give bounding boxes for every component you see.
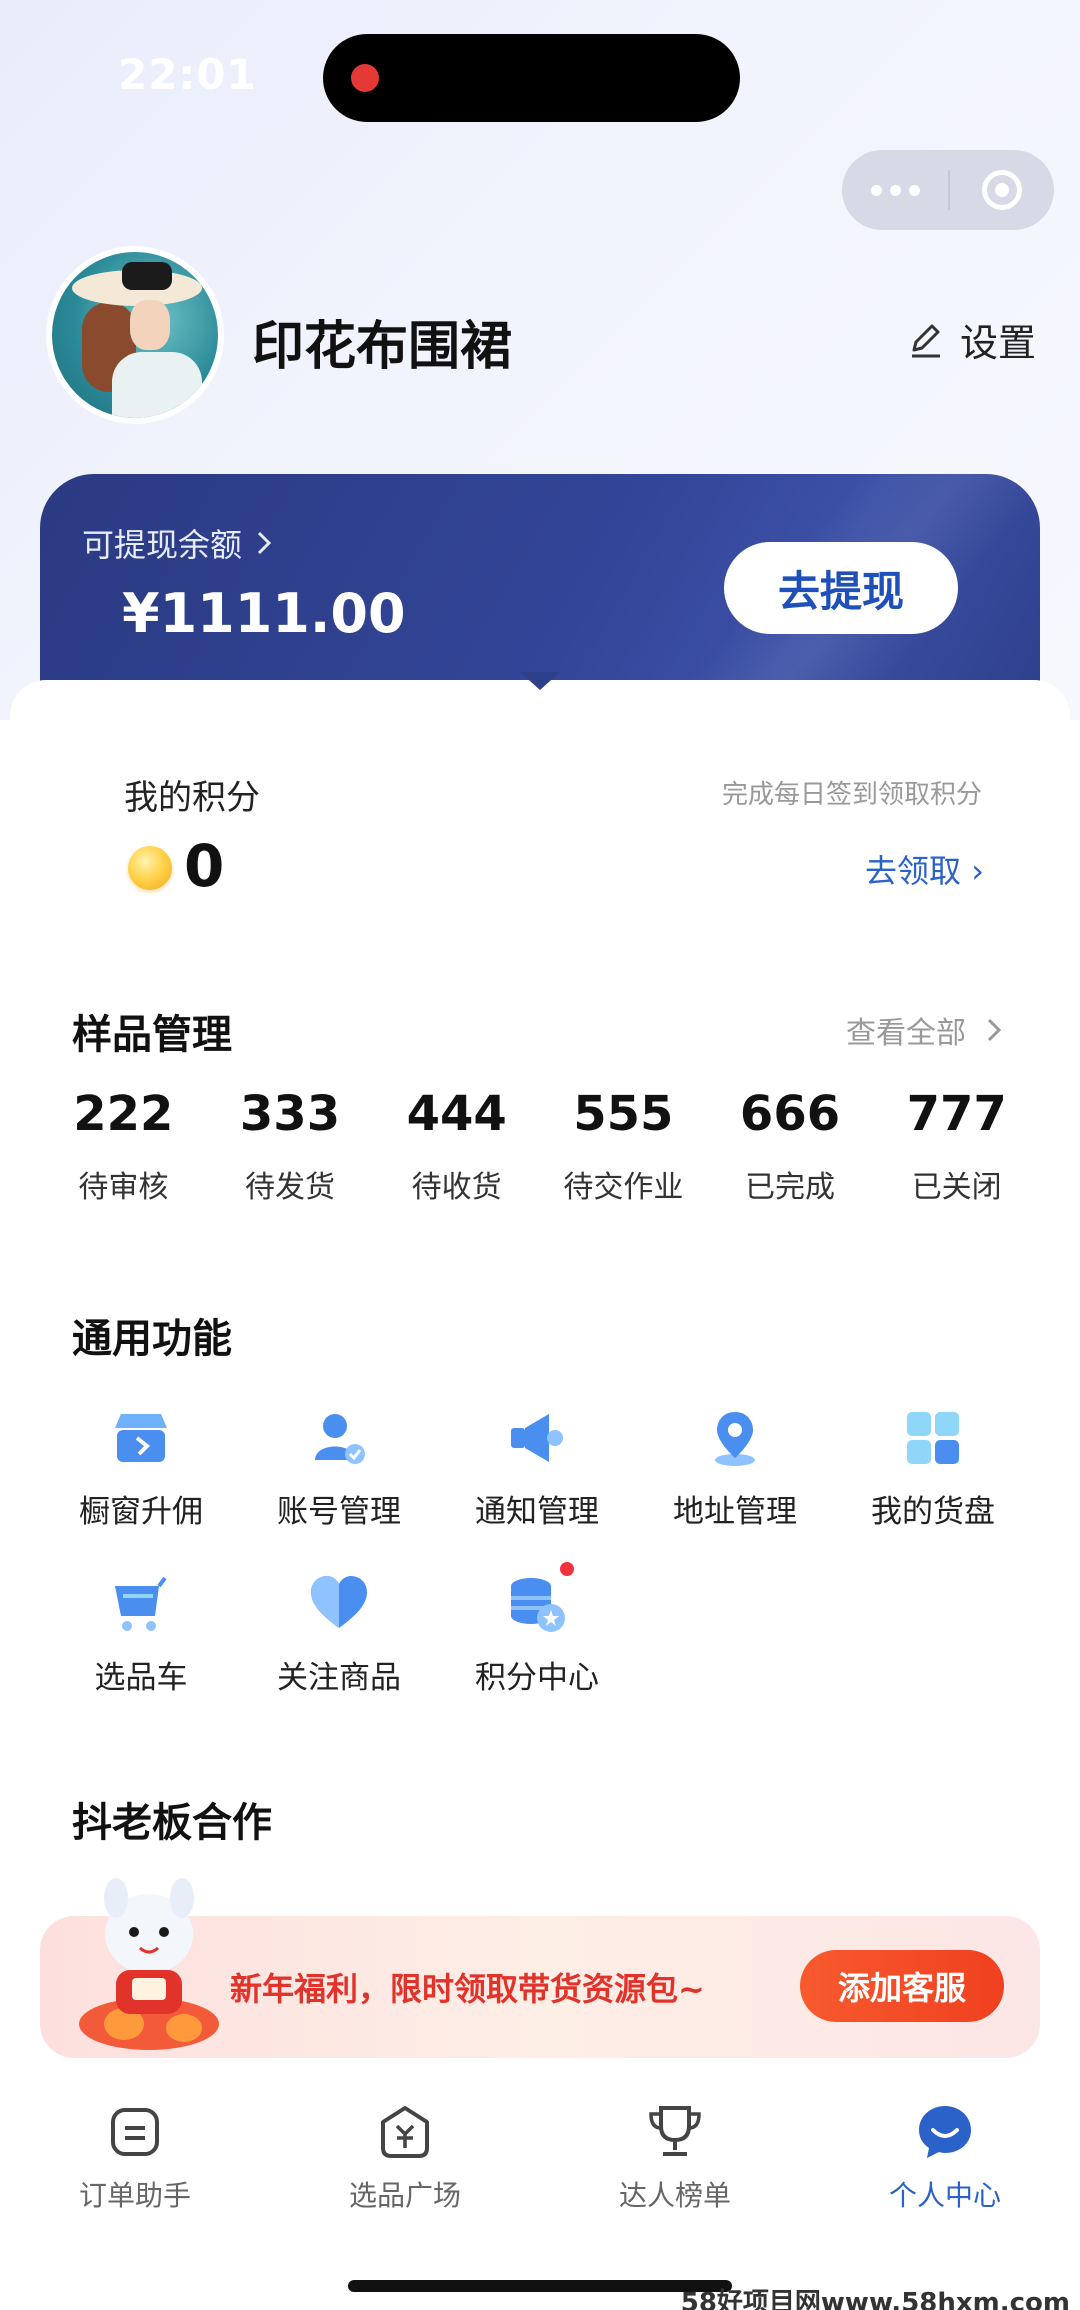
points-hint: 完成每日签到领取积分	[721, 780, 982, 810]
stat-label: 已完成	[745, 1170, 836, 1205]
edit-pencil-icon	[912, 324, 940, 357]
stat-value: 222	[73, 1086, 174, 1142]
function-account-management[interactable]: 账号管理	[240, 1406, 438, 1531]
trophy-icon	[649, 2106, 701, 2156]
withdraw-button[interactable]: 去提现	[724, 542, 958, 634]
grid-icon	[907, 1412, 959, 1464]
dynamic-island	[323, 34, 740, 122]
function-selection-cart[interactable]: 选品车	[42, 1572, 240, 1697]
claim-points-link[interactable]: 去领取 ›	[865, 846, 984, 892]
store-icon	[115, 1414, 167, 1462]
tab-label: 订单助手	[78, 2179, 191, 2212]
functions-title: 通用功能	[72, 1316, 232, 1362]
sample-stats: 222 待审核 333 待发货 444 待收货 555 待交作业 666 已完成 777 已…	[40, 1086, 1040, 1206]
samples-title: 样品管理	[72, 1012, 232, 1058]
status-time: 22:01	[118, 50, 257, 99]
stat-pending-receipt[interactable]: 444 待收货	[373, 1086, 540, 1206]
stat-completed[interactable]: 666 已完成	[707, 1086, 874, 1206]
balance-label-link[interactable]: 可提现余额	[82, 520, 272, 566]
tab-label: 达人榜单	[618, 2179, 731, 2212]
miniprogram-capsule	[842, 150, 1054, 230]
claim-label: 去领取	[865, 852, 962, 890]
coins-star-icon	[511, 1578, 565, 1632]
function-notification-management[interactable]: 通知管理	[438, 1406, 636, 1531]
boss-cooperation-title: 抖老板合作	[72, 1800, 272, 1846]
bottom-tab-bar: 订单助手 选品广场 达人榜单 个人中心	[0, 2090, 1080, 2240]
more-menu-icon[interactable]	[842, 150, 948, 230]
stat-closed[interactable]: 777 已关闭	[873, 1086, 1040, 1206]
stat-label: 待收货	[411, 1170, 502, 1205]
close-miniprogram-icon[interactable]	[950, 150, 1054, 230]
stat-label: 待发货	[245, 1170, 335, 1205]
tab-selection-plaza[interactable]: 选品广场	[270, 2090, 540, 2240]
see-all-label: 查看全部	[846, 1016, 966, 1051]
points-title: 我的积分	[124, 778, 260, 818]
function-address-management[interactable]: 地址管理	[636, 1406, 834, 1531]
function-followed-products[interactable]: 关注商品	[240, 1572, 438, 1697]
megaphone-icon	[511, 1414, 563, 1462]
settings-button[interactable]: 设置	[906, 312, 1036, 367]
function-label: 关注商品	[277, 1660, 401, 1696]
function-label: 积分中心	[475, 1660, 599, 1696]
stat-value: 777	[906, 1086, 1007, 1142]
coin-icon	[128, 846, 172, 890]
stat-value: 555	[573, 1086, 674, 1142]
function-points-center[interactable]: 积分中心	[438, 1562, 636, 1697]
settings-label: 设置	[960, 321, 1037, 365]
stat-pending-homework[interactable]: 555 待交作业	[540, 1086, 707, 1206]
stat-value: 666	[739, 1086, 841, 1142]
function-label: 橱窗升佣	[79, 1494, 203, 1530]
stat-pending-review[interactable]: 222 待审核	[40, 1086, 207, 1206]
chevron-right-icon	[987, 1018, 1002, 1042]
watermark-text: 58好项目网www.58hxm.com	[680, 2288, 1070, 2310]
function-label: 账号管理	[277, 1494, 401, 1530]
functions-row-2: 选品车 关注商品 积分中心	[42, 1562, 1042, 1697]
function-label: 我的货盘	[871, 1494, 995, 1530]
balance-amount: ¥1111.00	[122, 582, 406, 645]
function-showcase-commission[interactable]: 橱窗升佣	[42, 1406, 240, 1531]
balance-label: 可提现余额	[82, 526, 243, 564]
function-label: 选品车	[94, 1660, 188, 1696]
location-pin-icon	[715, 1412, 755, 1466]
tab-personal-center[interactable]: 个人中心	[810, 2090, 1080, 2240]
chevron-right-icon	[257, 531, 272, 555]
home-indicator	[348, 2280, 732, 2292]
stat-label: 已关闭	[911, 1170, 1002, 1205]
function-label: 通知管理	[475, 1494, 599, 1530]
see-all-link[interactable]: 查看全部	[846, 1008, 1002, 1052]
notification-dot	[560, 1562, 574, 1576]
cart-icon	[115, 1576, 167, 1631]
stat-value: 444	[406, 1086, 507, 1142]
order-icon	[111, 2108, 159, 2156]
add-customer-service-button[interactable]: 添加客服	[800, 1950, 1004, 2022]
banner-text: 新年福利，限时领取带货资源包~	[230, 1970, 705, 2008]
function-my-pallet[interactable]: 我的货盘	[834, 1406, 1032, 1531]
heart-icon	[311, 1576, 367, 1628]
function-label: 地址管理	[673, 1494, 797, 1530]
promo-banner[interactable]: 新年福利，限时领取带货资源包~ 添加客服	[40, 1878, 1040, 2058]
tab-label: 选品广场	[348, 2179, 461, 2212]
stat-label: 待审核	[78, 1170, 169, 1205]
stat-pending-shipment[interactable]: 333 待发货	[207, 1086, 374, 1206]
mascot-icon	[79, 1878, 219, 2050]
stat-label: 待交作业	[563, 1170, 684, 1205]
tab-influencer-ranking[interactable]: 达人榜单	[540, 2090, 810, 2240]
stat-value: 333	[239, 1086, 341, 1142]
points-value: 0	[184, 832, 225, 900]
tab-label: 个人中心	[888, 2179, 1001, 2212]
tab-order-assistant[interactable]: 订单助手	[0, 2090, 270, 2240]
yuan-bag-icon	[381, 2106, 429, 2158]
avatar[interactable]	[46, 246, 224, 424]
user-check-icon	[315, 1414, 365, 1464]
card-notch	[520, 672, 560, 690]
recording-indicator-icon	[351, 64, 379, 92]
username: 印花布围裙	[252, 317, 513, 377]
functions-row-1: 橱窗升佣 账号管理 通知管理 地址管理 我的货盘	[42, 1406, 1042, 1531]
smile-bubble-icon	[919, 2106, 971, 2158]
